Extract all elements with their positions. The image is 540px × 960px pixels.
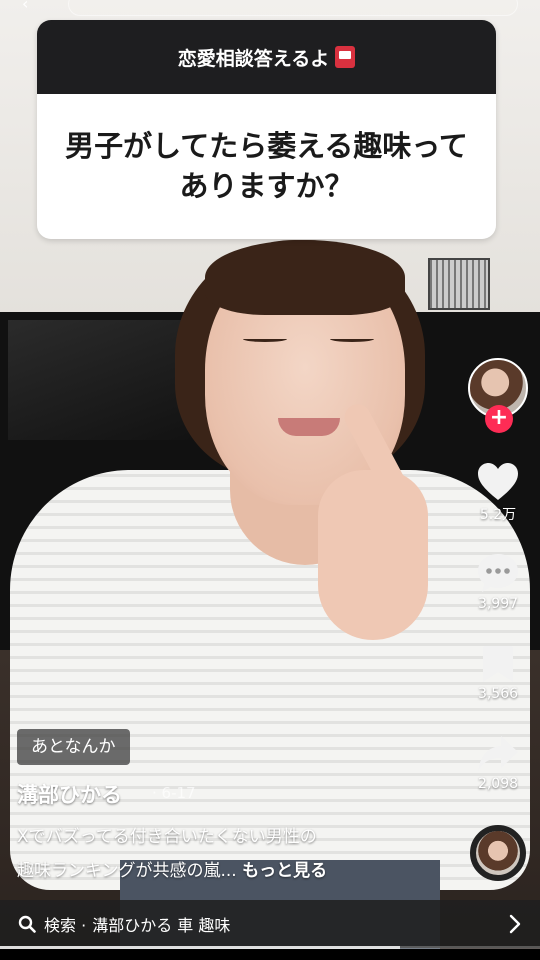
comment-count: 3,997 [477,596,519,612]
heart-icon [478,463,518,500]
description-line-2: 趣味ランキングが共感の嵐... もっと見る [17,854,437,888]
tag-chip[interactable]: あとなんか [17,729,130,765]
question-text-line-1: 男子がしてたら萎える趣味って [65,129,468,163]
background-lamp [428,258,490,310]
author-name[interactable]: 溝部ひかる [17,779,122,809]
post-date: · 6-17 [152,784,196,802]
back-icon[interactable]: ‹ [22,0,28,13]
person-hand [318,470,428,640]
save-count: 3,566 [477,686,519,702]
question-text-line-2: ありますか？ [179,169,354,203]
question-card-body: 男子がしてたら萎える趣味って ありますか？ [37,94,496,239]
follow-button[interactable]: + [485,405,513,433]
share-arrow-icon [478,736,518,771]
video-description[interactable]: Xでバズってる付き合いたくない男性の 趣味ランキングが共感の嵐... もっと見る [17,820,437,888]
save-button[interactable]: 3,566 [462,644,534,702]
person-mouth [278,418,340,436]
bookmark-icon [483,646,513,682]
question-card-title: 恋愛相談答えるよ [177,47,330,70]
chevron-right-icon[interactable] [508,912,522,936]
comment-button[interactable]: 3,997 [462,552,534,612]
description-line-2-text: 趣味ランキングが共感の嵐... [17,861,237,881]
question-card-header: 恋愛相談答えるよ [37,20,496,94]
question-card: 恋愛相談答えるよ 男子がしてたら萎える趣味って ありますか？ [37,20,496,239]
share-count: 2,098 [477,776,519,792]
bottom-edge [0,949,540,960]
search-prefix: 検索 · [44,916,87,935]
person-bangs [205,240,405,315]
search-icon [18,915,36,933]
person-eye-left [243,336,287,342]
mailbox-icon [335,46,356,68]
background-tv-screen [8,320,198,440]
music-disc[interactable] [470,825,526,881]
see-more-link[interactable]: もっと見る [242,861,327,881]
comment-icon [478,554,518,592]
search-query: 溝部ひかる 車 趣味 [92,916,231,935]
person-eye-right [330,336,374,342]
like-button[interactable]: 5.2万 [462,462,534,524]
like-count: 5.2万 [479,507,517,523]
share-button[interactable]: 2,098 [462,734,534,792]
description-line-1: Xでバズってる付き合いたくない男性の [17,827,317,847]
top-search-field[interactable] [68,0,518,16]
related-search-bar[interactable]: 検索 · 溝部ひかる 車 趣味 [0,900,540,948]
